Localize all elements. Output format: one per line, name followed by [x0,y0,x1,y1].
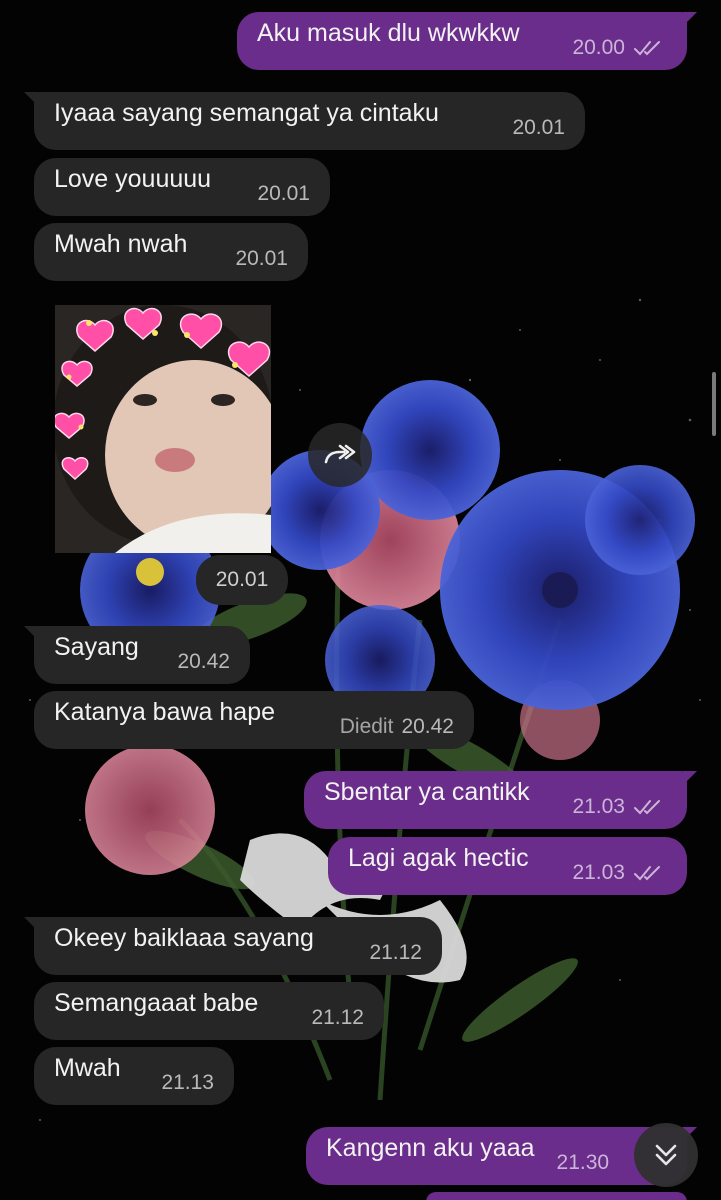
bubble-tail [24,626,38,640]
message-text: Kangenn aku yaaa [326,1133,535,1162]
double-check-icon [634,41,660,56]
message-bubble-incoming[interactable]: Semangaaat babe 21.12 [34,982,384,1040]
message-bubble-outgoing[interactable]: Sbentar ya cantikk 21.03 [304,771,697,829]
message-time: 20.01 [512,116,565,139]
message-time: 21.12 [369,941,422,964]
message-time: 21.30 [556,1151,610,1174]
message-bubble-outgoing[interactable]: Aku masuk dlu wkwkkw 20.00 [237,12,697,70]
message-text: Semangaaat babe [54,988,259,1017]
forward-icon [324,444,356,464]
message-time: 21.12 [311,1006,364,1029]
message-time: 20.00 [572,36,625,59]
message-text: Iyaaa sayang semangat ya cintaku [54,98,439,127]
message-time: 20.01 [235,247,288,270]
message-meta: 21.12 [347,941,422,965]
scrollbar-thumb[interactable] [712,372,716,436]
message-text: Sayang [54,632,139,661]
bubble-tail [24,92,38,106]
message-meta: 20.01 [213,247,288,271]
message-bubble-incoming[interactable]: Mwah 21.13 [34,1047,234,1105]
message-meta: 20.00 [550,36,667,60]
message-text: Mwah [54,1053,121,1082]
message-meta: 21.12 [289,1006,364,1030]
message-text: Sbentar ya cantikk [324,777,530,806]
message-text: Aku masuk dlu wkwkkw [257,18,520,47]
double-check-icon [634,800,660,815]
message-meta: 21.03 [550,795,667,819]
message-meta: 21.03 [550,861,667,885]
message-time: 20.42 [177,650,230,673]
message-bubble-incoming[interactable]: Okeey baiklaaa sayang 21.12 [24,917,442,975]
message-meta: 20.01 [490,116,565,140]
image-time-badge: 20.01 [196,555,288,605]
message-time: 20.42 [401,715,454,738]
scroll-to-bottom-button[interactable] [634,1123,698,1187]
message-bubble-outgoing[interactable]: Kangenn aku yaaa 21.30 [306,1127,697,1185]
message-text: Lagi agak hectic [348,843,529,872]
double-check-icon [634,866,660,881]
message-time: 20.01 [257,182,310,205]
message-bubble-outgoing[interactable]: Lagi agak hectic 21.03 [328,837,687,895]
bubble-tail [683,12,697,26]
message-text: Love youuuuu [54,164,212,193]
message-text: Okeey baiklaaa sayang [54,923,314,952]
message-bubble-incoming[interactable]: Sayang 20.42 [24,626,250,684]
message-time: 20.01 [215,568,269,591]
message-meta: 20.42 [155,650,230,674]
message-bubble-incoming[interactable]: Katanya bawa hape Diedit 20.42 [34,691,474,749]
message-bubble-incoming[interactable]: Love youuuuu 20.01 [34,158,330,216]
message-text: Katanya bawa hape [54,697,276,726]
message-meta: 21.13 [139,1071,214,1095]
bubble-tail [683,771,697,785]
photo-thumbnail[interactable] [55,305,271,553]
double-chevron-down-icon [655,1144,677,1166]
chat-screen: Aku masuk dlu wkwkkw 20.00 Iyaaa sayang … [0,0,721,1200]
message-meta: Diedit 20.42 [318,715,454,739]
message-bubble-incoming[interactable]: Iyaaa sayang semangat ya cintaku 20.01 [24,92,585,150]
bubble-tail [24,917,38,931]
forward-button[interactable] [308,423,372,487]
edited-label: Diedit [339,715,394,738]
message-bubble-outgoing-partial[interactable] [426,1192,687,1200]
message-bubble-incoming[interactable]: Mwah nwah 20.01 [34,223,308,281]
image-message[interactable] [55,305,271,553]
message-text: Mwah nwah [54,229,188,258]
message-time: 21.03 [572,795,625,818]
message-meta: 20.01 [235,182,310,206]
message-time: 21.03 [572,861,625,884]
message-time: 21.13 [161,1071,214,1094]
